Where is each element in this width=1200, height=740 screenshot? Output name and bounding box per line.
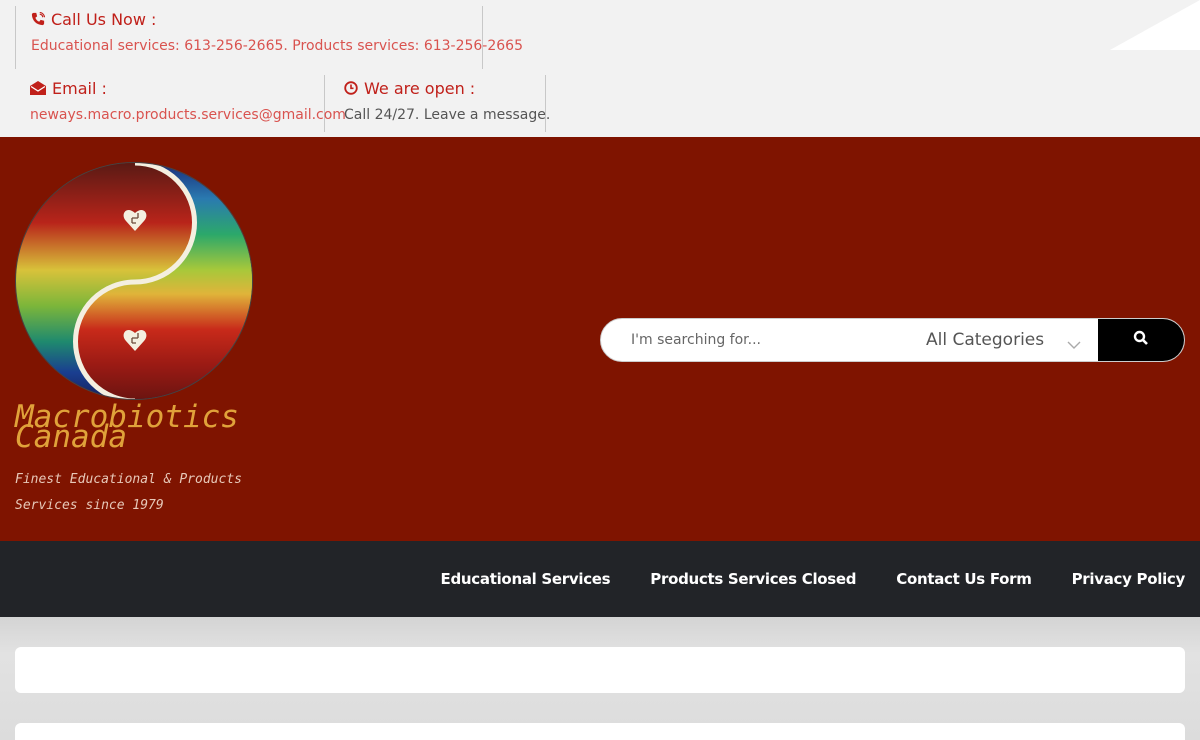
phone-icon	[31, 12, 45, 26]
chevron-down-icon	[1067, 335, 1081, 354]
search-icon	[1133, 330, 1149, 350]
hours-title: We are open :	[364, 78, 476, 98]
nav-item-privacy-policy[interactable]: Privacy Policy	[1072, 570, 1186, 588]
category-select-label: All Categories	[926, 330, 1045, 350]
decorative-corner	[1110, 0, 1200, 50]
content-card	[15, 647, 1185, 693]
top-info-bar: Call Us Now : Educational services: 613-…	[0, 0, 1200, 137]
site-header: Macrobiotics Canada Finest Educational &…	[0, 137, 1200, 541]
email-address-link[interactable]: neways.macro.products.services@gmail.com	[30, 107, 346, 123]
search-bar: All Categories	[600, 318, 1185, 362]
yin-yang-logo[interactable]	[15, 162, 253, 400]
email-info: Email : neways.macro.products.services@g…	[15, 75, 346, 132]
main-content	[0, 617, 1200, 740]
search-input[interactable]	[601, 319, 891, 361]
site-tagline: Finest Educational & Products Services s…	[15, 472, 242, 513]
search-button[interactable]	[1098, 319, 1184, 361]
hours-title-row: We are open :	[344, 75, 545, 101]
nav-menu: Educational Services Products Services C…	[441, 541, 1186, 617]
email-title-row: Email :	[30, 75, 324, 101]
call-title: Call Us Now :	[51, 9, 157, 29]
nav-item-educational-services[interactable]: Educational Services	[441, 570, 611, 588]
hours-info: We are open : Call 24/27. Leave a messag…	[329, 75, 551, 132]
nav-item-contact-us-form[interactable]: Contact Us Form	[896, 570, 1032, 588]
clock-icon	[344, 81, 358, 95]
content-card	[15, 723, 1185, 740]
main-navigation: Educational Services Products Services C…	[0, 541, 1200, 617]
call-title-row: Call Us Now :	[31, 6, 482, 32]
call-numbers[interactable]: Educational services: 613-256-2665. Prod…	[31, 38, 523, 54]
email-title: Email :	[52, 78, 107, 98]
hours-text: Call 24/27. Leave a message.	[344, 107, 551, 123]
nav-item-products-services-closed[interactable]: Products Services Closed	[650, 570, 856, 588]
envelope-icon	[30, 81, 46, 95]
site-title[interactable]: Macrobiotics Canada	[15, 402, 239, 453]
call-info: Call Us Now : Educational services: 613-…	[15, 6, 523, 69]
